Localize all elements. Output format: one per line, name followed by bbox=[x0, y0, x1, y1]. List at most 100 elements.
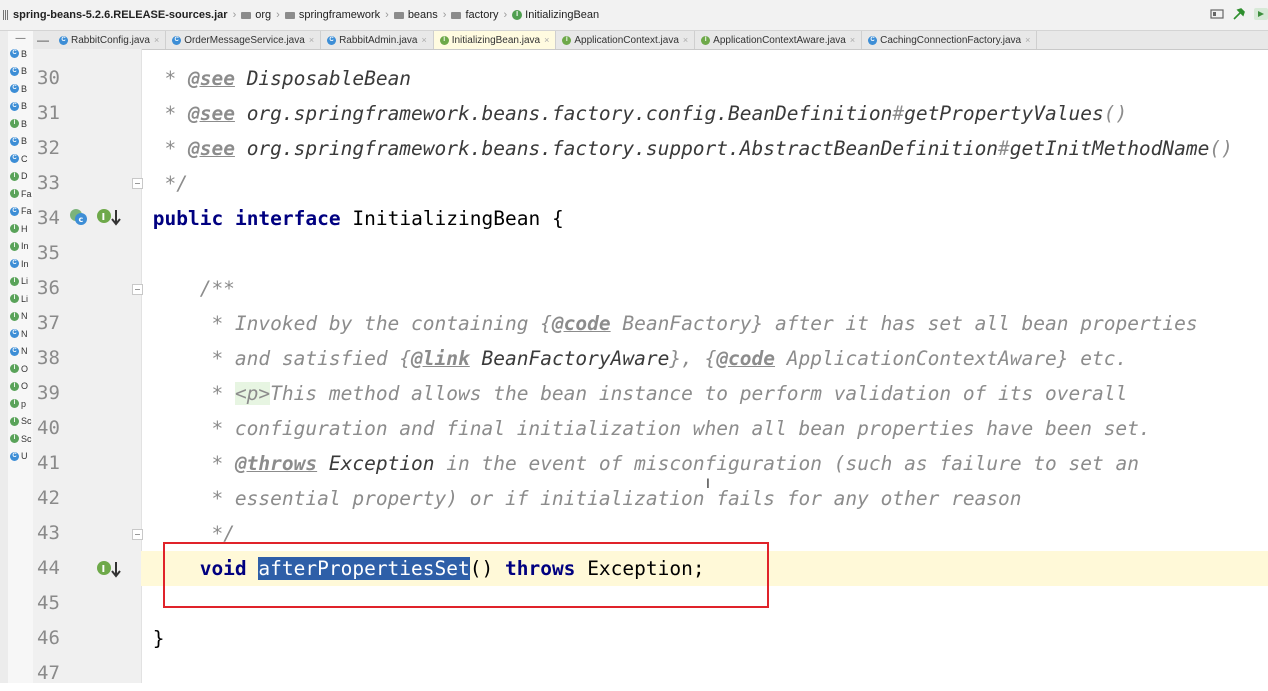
tree-item-label: O bbox=[21, 381, 29, 392]
line-number: 36 bbox=[37, 277, 60, 299]
tree-item[interactable]: I Fa bbox=[8, 185, 33, 203]
tree-item-label: Fa bbox=[21, 188, 32, 199]
run-icon[interactable] bbox=[1254, 7, 1268, 21]
breadcrumb-item-org[interactable]: › org bbox=[228, 9, 272, 21]
close-icon[interactable]: × bbox=[683, 35, 688, 45]
tree-item[interactable]: C Fa bbox=[8, 203, 33, 221]
line-number: 38 bbox=[37, 347, 60, 369]
line-number: 30 bbox=[37, 67, 60, 89]
fold-marker-43[interactable] bbox=[132, 529, 143, 540]
breadcrumb-jar[interactable]: spring-beans-5.2.6.RELEASE-sources.jar bbox=[3, 9, 228, 21]
tree-item-label: O bbox=[21, 363, 29, 374]
tree-item-label: B bbox=[21, 101, 28, 112]
folder-icon bbox=[451, 11, 462, 19]
line-number: 34 bbox=[37, 207, 60, 229]
code-line-30: * @see DisposableBean bbox=[141, 67, 412, 90]
class-icon: C bbox=[172, 35, 182, 45]
code-line-36: /** bbox=[199, 277, 235, 300]
run-config-icon[interactable] bbox=[1210, 7, 1224, 21]
breadcrumb-item-current[interactable]: › I InitializingBean bbox=[498, 9, 599, 21]
selected-method-name[interactable]: afterPropertiesSet bbox=[258, 557, 470, 580]
tree-item[interactable]: IO bbox=[8, 378, 33, 396]
tree-item[interactable]: CU bbox=[8, 448, 33, 466]
breadcrumb-item-factory[interactable]: › factory bbox=[438, 9, 499, 21]
breadcrumb-item-springframework[interactable]: › springframework bbox=[271, 9, 380, 21]
tree-item[interactable]: IN bbox=[8, 308, 33, 326]
interface-icon: I bbox=[10, 119, 19, 129]
tree-item-label: B bbox=[21, 136, 28, 147]
tree-item[interactable]: I Sc bbox=[8, 430, 33, 448]
code-line-34: public interface InitializingBean { bbox=[152, 207, 564, 230]
tab-applicationcontext[interactable]: I ApplicationContext.java × bbox=[556, 31, 696, 49]
minimize-icon[interactable]: — bbox=[33, 33, 53, 47]
tree-item[interactable]: IB bbox=[8, 115, 33, 133]
code-editor[interactable]: * @see DisposableBean * @see org.springf… bbox=[141, 49, 1268, 683]
close-icon[interactable]: × bbox=[154, 35, 159, 45]
tree-item[interactable]: C In bbox=[8, 255, 33, 273]
interface-icon: I bbox=[10, 171, 19, 181]
tree-item[interactable]: CB bbox=[8, 80, 33, 98]
tree-item-label: H bbox=[21, 223, 28, 234]
tab-rabbitconfig[interactable]: C RabbitConfig.java × bbox=[53, 31, 167, 49]
collapse-icon[interactable]: — bbox=[8, 31, 33, 45]
code-line-31: * @see org.springframework.beans.factory… bbox=[141, 102, 1128, 125]
tab-applicationcontextaware[interactable]: I ApplicationContextAware.java × bbox=[695, 31, 863, 49]
tree-item-label: Sc bbox=[21, 433, 32, 444]
line-number: 42 bbox=[37, 487, 60, 509]
tree-item-label: In bbox=[21, 241, 29, 252]
interface-marker-icon[interactable]: I bbox=[95, 206, 123, 228]
tree-item-label: B bbox=[21, 118, 28, 129]
folder-icon bbox=[393, 11, 404, 19]
close-icon[interactable]: × bbox=[309, 35, 314, 45]
code-line-46: } bbox=[152, 627, 165, 650]
implemented-by-icon[interactable]: c bbox=[67, 206, 89, 228]
code-line-33: */ bbox=[164, 172, 188, 195]
tree-item[interactable]: CB bbox=[8, 133, 33, 151]
interface-icon: I bbox=[10, 189, 19, 199]
tree-item[interactable]: CB bbox=[8, 45, 33, 63]
tree-item[interactable]: Ip bbox=[8, 395, 33, 413]
line-number: 44 bbox=[37, 557, 60, 579]
class-icon: C bbox=[10, 329, 19, 339]
tab-ordermessageservice[interactable]: C OrderMessageService.java × bbox=[166, 31, 322, 49]
code-line-37: * Invoked by the containing {@code BeanF… bbox=[211, 312, 1198, 335]
implemented-method-icon[interactable]: I bbox=[95, 558, 123, 580]
line-number: 39 bbox=[37, 382, 60, 404]
tab-cachingconnectionfactory[interactable]: C CachingConnectionFactory.java × bbox=[862, 31, 1038, 49]
tree-item[interactable]: CC bbox=[8, 150, 33, 168]
tab-rabbitadmin[interactable]: C RabbitAdmin.java × bbox=[321, 31, 434, 49]
tree-item-label: D bbox=[21, 171, 28, 182]
class-icon: C bbox=[10, 259, 19, 269]
tree-item[interactable]: CN bbox=[8, 343, 33, 361]
project-tree: — C B C B C B C B I B C B C C I D I Fa C Fa I H I In C In I Li I Li I N… bbox=[8, 31, 34, 683]
folder-icon bbox=[241, 11, 252, 19]
fold-marker-33[interactable] bbox=[132, 178, 143, 189]
tree-item[interactable]: I In bbox=[8, 238, 33, 256]
tab-initializingbean[interactable]: I InitializingBean.java × bbox=[433, 31, 557, 49]
line-number: 37 bbox=[37, 312, 60, 334]
code-line-38: * and satisfied {@link BeanFactoryAware}… bbox=[211, 347, 1128, 370]
tree-item[interactable]: I Li bbox=[8, 273, 33, 291]
tree-item-label: B bbox=[21, 66, 28, 77]
build-hammer-icon[interactable] bbox=[1232, 7, 1246, 21]
tree-item[interactable]: CB bbox=[8, 63, 33, 81]
close-icon[interactable]: × bbox=[850, 35, 855, 45]
close-icon[interactable]: × bbox=[1025, 35, 1030, 45]
interface-icon: I bbox=[562, 35, 572, 45]
tree-item[interactable]: I Li bbox=[8, 290, 33, 308]
tree-item[interactable]: CN bbox=[8, 325, 33, 343]
mouse-cursor-icon: I bbox=[706, 475, 710, 491]
close-icon[interactable]: × bbox=[544, 35, 549, 45]
breadcrumb-item-beans[interactable]: › beans bbox=[380, 9, 438, 21]
fold-marker-36[interactable] bbox=[132, 284, 143, 295]
class-icon: C bbox=[868, 35, 878, 45]
tree-item-label: N bbox=[21, 311, 28, 322]
editor-tab-bar: — C RabbitConfig.java × C OrderMessageSer… bbox=[33, 31, 1268, 50]
interface-icon: I bbox=[10, 364, 19, 374]
tree-item[interactable]: CB bbox=[8, 98, 33, 116]
tree-item[interactable]: I Sc bbox=[8, 413, 33, 431]
close-icon[interactable]: × bbox=[421, 35, 426, 45]
tree-item[interactable]: IH bbox=[8, 220, 33, 238]
tree-item[interactable]: IO bbox=[8, 360, 33, 378]
tree-item[interactable]: ID bbox=[8, 168, 33, 186]
